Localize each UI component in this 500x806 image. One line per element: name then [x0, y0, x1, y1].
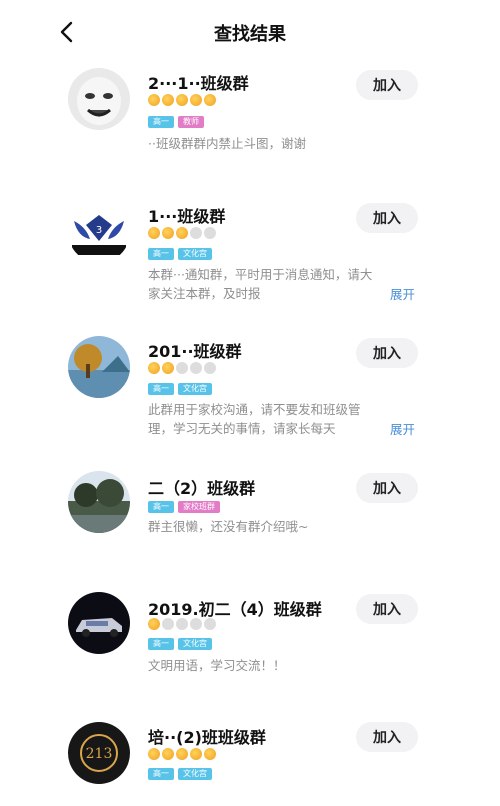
group-name: 培··(2)班班级群: [148, 728, 266, 747]
tag-row: 高一 文化宫: [148, 638, 212, 650]
tag: 高一: [148, 768, 174, 780]
expand-link[interactable]: 展开: [390, 284, 415, 303]
star-icon: [148, 362, 160, 374]
tag: 高一: [148, 501, 174, 513]
star-icon: [148, 618, 160, 630]
star-icon: [148, 227, 160, 239]
group-description: 群主很懒，还没有群介绍哦~: [148, 519, 309, 534]
tag: 高一: [148, 638, 174, 650]
tag-row: 高一 文化宫: [148, 248, 212, 260]
star-icon: [190, 618, 202, 630]
svg-text:213: 213: [86, 746, 113, 762]
tag: 文化宫: [178, 638, 212, 650]
join-button[interactable]: 加入: [356, 594, 418, 624]
star-icon: [190, 227, 202, 239]
group-name: 二（2）班级群: [148, 479, 256, 498]
star-icon: [162, 618, 174, 630]
star-icon: [204, 362, 216, 374]
tag: 文化宫: [178, 768, 212, 780]
avatar: [68, 592, 130, 654]
tag: 高一: [148, 248, 174, 260]
star-icon: [148, 748, 160, 760]
header: 查找结果: [0, 0, 500, 62]
join-button[interactable]: 加入: [356, 473, 418, 503]
pond-landscape-icon: [68, 471, 130, 533]
avatar: [68, 471, 130, 533]
star-icon: [190, 748, 202, 760]
tree-lake-icon: [68, 336, 130, 398]
expand-link[interactable]: 展开: [390, 419, 415, 438]
tag-row: 高一 教师: [148, 116, 204, 128]
list-item[interactable]: 213 培··(2)班班级群 高一 文化宫 加入: [0, 722, 500, 806]
group-description: ··班级群群内禁止斗图，谢谢: [148, 136, 306, 151]
group-name: 2···1··班级群: [148, 74, 249, 93]
tag: 家校班群: [178, 501, 220, 513]
tag: 高一: [148, 383, 174, 395]
star-icon: [176, 227, 188, 239]
join-button[interactable]: 加入: [356, 722, 418, 752]
page-title: 查找结果: [214, 24, 286, 45]
avatar: [68, 336, 130, 398]
avatar: [68, 68, 130, 130]
tag: 高一: [148, 116, 174, 128]
group-description: 文明用语，学习交流！！: [148, 658, 286, 673]
group-name: 201··班级群: [148, 342, 242, 361]
rating-stars: [148, 94, 216, 108]
star-icon: [176, 618, 188, 630]
star-icon: [204, 618, 216, 630]
avatar: 3: [68, 201, 130, 263]
star-icon: [204, 94, 216, 106]
tag-row: 高一 文化宫: [148, 768, 212, 780]
tag: 教师: [178, 116, 204, 128]
star-icon: [162, 227, 174, 239]
join-button[interactable]: 加入: [356, 338, 418, 368]
tag-row: 高一 文化宫: [148, 383, 212, 395]
group-description: 本群···通知群，平时用于消息通知，请大家关注本群，及时报: [148, 267, 373, 301]
list-item[interactable]: 2019.初二（4）班级群 高一 文化宫 文明用语，学习交流！！ 加入: [0, 588, 500, 708]
group-name: 1···班级群: [148, 207, 226, 226]
join-button[interactable]: 加入: [356, 203, 418, 233]
tag: 文化宫: [178, 248, 212, 260]
calligraphy-seal-icon: 213: [68, 722, 130, 784]
star-icon: [190, 94, 202, 106]
group-description: 此群用于家校沟通，请不要发和班级管理，学习无关的事情，请家长每天: [148, 402, 361, 436]
wings-emblem-icon: 3: [68, 201, 130, 263]
star-icon: [162, 748, 174, 760]
rating-stars: [148, 618, 216, 632]
star-icon: [162, 94, 174, 106]
rating-stars: [148, 227, 216, 241]
list-item[interactable]: 201··班级群 高一 文化宫 此群用于家校沟通，请不要发和班级管理，学习无关的…: [0, 332, 500, 462]
star-icon: [204, 227, 216, 239]
star-icon: [162, 362, 174, 374]
tag: 文化宫: [178, 383, 212, 395]
tag-row: 高一 家校班群: [148, 501, 220, 513]
meme-face-icon: [68, 68, 130, 130]
star-icon: [176, 748, 188, 760]
svg-text:3: 3: [96, 225, 102, 236]
avatar: 213: [68, 722, 130, 784]
rating-stars: [148, 748, 216, 762]
list-item[interactable]: 2···1··班级群 高一 教师 ··班级群群内禁止斗图，谢谢 加入: [0, 62, 500, 192]
star-icon: [176, 94, 188, 106]
star-icon: [148, 94, 160, 106]
list-item[interactable]: 3 1···班级群 高一 文化宫 本群···通知群，平时用于消息通知，请大家关注…: [0, 197, 500, 327]
list-item[interactable]: 二（2）班级群 高一 家校班群 群主很懒，还没有群介绍哦~ 加入: [0, 467, 500, 587]
star-icon: [190, 362, 202, 374]
rating-stars: [148, 362, 216, 376]
join-button[interactable]: 加入: [356, 70, 418, 100]
car-icon: [68, 592, 130, 654]
star-icon: [204, 748, 216, 760]
group-name: 2019.初二（4）班级群: [148, 600, 322, 619]
star-icon: [176, 362, 188, 374]
